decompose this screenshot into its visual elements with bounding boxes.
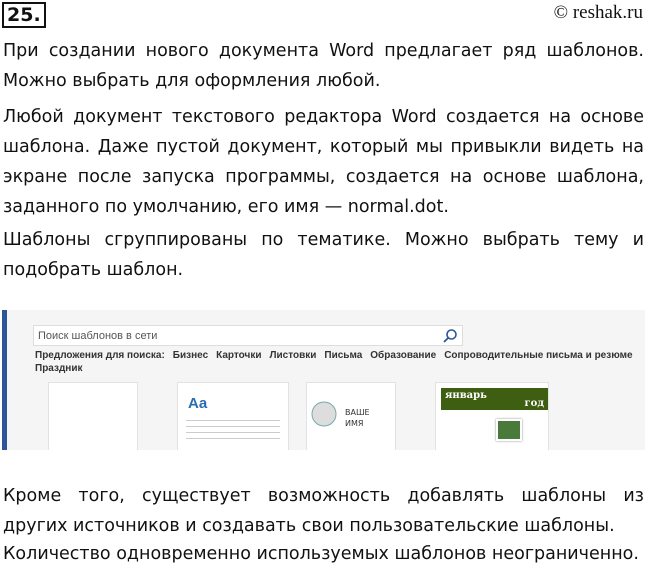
suggestion-link[interactable]: Карточки: [216, 350, 261, 362]
paragraph-3: Шаблоны сгруппированы по тематике. Можно…: [3, 230, 644, 280]
paragraph-2: Любой документ текстового редактора Word…: [3, 107, 644, 217]
photo-icon: [311, 401, 337, 427]
accent-bar: [2, 310, 7, 450]
resume-name: ВАШЕ ИМЯ: [345, 408, 370, 428]
search-placeholder: Поиск шаблонов в сети: [38, 330, 158, 342]
suggestion-link[interactable]: Листовки: [270, 350, 317, 362]
search-suggestions: Предложения для поиска: Бизнес Карточки …: [35, 350, 635, 375]
suggestion-link[interactable]: Бизнес: [173, 350, 208, 362]
template-blank[interactable]: [48, 382, 138, 450]
paragraph-1: При создании нового документа Word предл…: [3, 41, 644, 91]
page: 25. © reshak.ru При создании нового доку…: [0, 0, 647, 566]
suggestion-link[interactable]: Письма: [324, 350, 362, 362]
calendar-month: январь: [445, 390, 487, 401]
suggestions-label: Предложения для поиска:: [35, 350, 165, 361]
template-search-input[interactable]: Поиск шаблонов в сети: [33, 325, 463, 346]
paragraph-5: Количество одновременно используемых шаб…: [3, 544, 639, 564]
template-resume[interactable]: ВАШЕ ИМЯ: [306, 382, 396, 450]
exercise-number: 25.: [2, 2, 46, 28]
aa-label: Aa: [188, 395, 208, 412]
search-icon[interactable]: [442, 328, 458, 344]
suggestion-link[interactable]: Праздник: [35, 363, 83, 375]
suggestion-link[interactable]: Образование: [370, 350, 436, 362]
calendar-year: год: [524, 398, 544, 409]
template-aa[interactable]: Aa: [177, 382, 289, 450]
template-calendar[interactable]: январь год: [435, 382, 549, 450]
calendar-photo: [496, 419, 522, 441]
paragraph-4: Кроме того, существует возможность добав…: [3, 486, 644, 536]
calendar-header: январь год: [441, 388, 548, 410]
suggestion-link[interactable]: Сопроводительные письма и резюме: [444, 350, 632, 362]
copyright: © reshak.ru: [553, 2, 643, 23]
word-templates-screenshot: Поиск шаблонов в сети Предложения для по…: [2, 310, 645, 450]
